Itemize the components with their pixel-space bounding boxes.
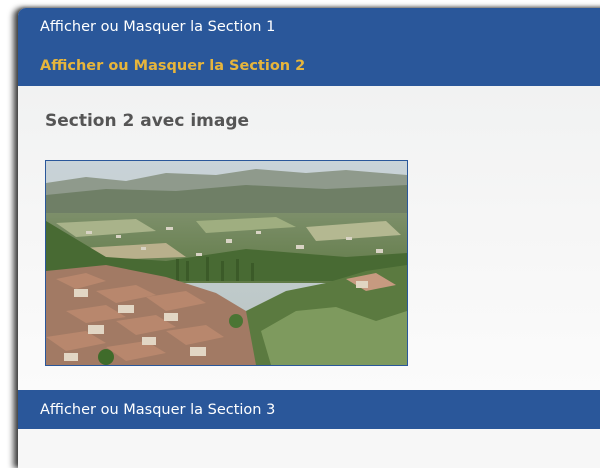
section-2-heading: Section 2 avec image (45, 111, 250, 131)
section-1-label: Afficher ou Masquer la Section 1 (40, 19, 276, 35)
accordion-frame: Afficher ou Masquer la Section 1 Affiche… (18, 8, 600, 468)
section-3-label: Afficher ou Masquer la Section 3 (40, 401, 276, 418)
section-2-panel: Section 2 avec image (18, 86, 600, 390)
section-1-toggle[interactable]: Afficher ou Masquer la Section 1 (18, 8, 600, 46)
section-2-toggle[interactable]: Afficher ou Masquer la Section 2 (18, 46, 600, 86)
section-3-toggle[interactable]: Afficher ou Masquer la Section 3 (18, 390, 600, 429)
section-2-image (45, 160, 408, 366)
section-3-panel-edge (18, 429, 600, 468)
landscape-photo (46, 161, 407, 365)
section-2-label: Afficher ou Masquer la Section 2 (40, 58, 306, 74)
